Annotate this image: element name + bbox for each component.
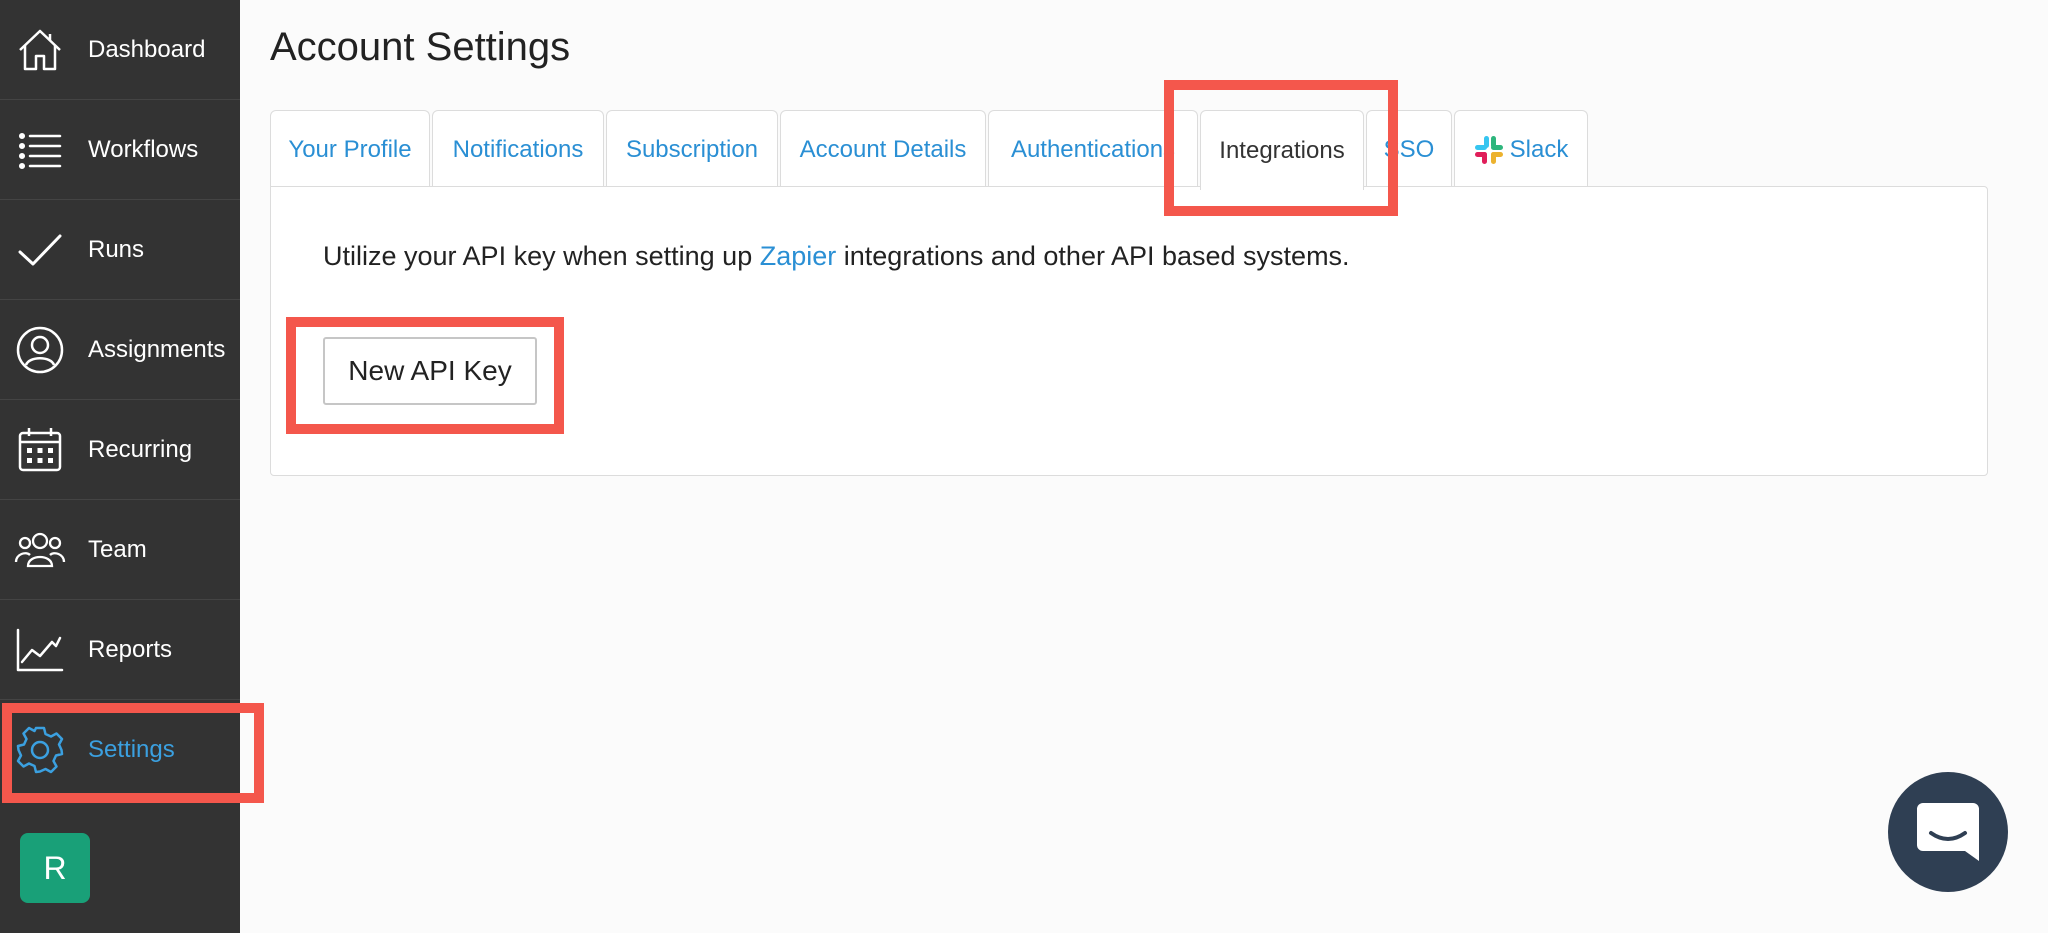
gear-icon bbox=[14, 724, 66, 776]
slack-logo-icon bbox=[1474, 135, 1503, 164]
sidebar-item-label: Dashboard bbox=[88, 35, 206, 63]
sidebar-item-label: Workflows bbox=[88, 135, 199, 163]
chat-icon bbox=[1917, 803, 1979, 861]
chart-icon bbox=[14, 624, 66, 676]
new-api-key-button[interactable]: New API Key bbox=[323, 337, 537, 405]
tab-slack-label: Slack bbox=[1509, 135, 1569, 163]
checkmark-icon bbox=[14, 224, 66, 276]
tab-account-details[interactable]: Account Details bbox=[780, 110, 986, 188]
tab-notifications[interactable]: Notifications bbox=[432, 110, 604, 188]
sidebar: Dashboard Workflows Runs Assignments Rec… bbox=[0, 0, 240, 933]
description-text-after: integrations and other API based systems… bbox=[836, 241, 1350, 271]
sidebar-item-reports[interactable]: Reports bbox=[0, 600, 240, 700]
user-circle-icon bbox=[14, 324, 66, 376]
avatar[interactable]: R bbox=[20, 833, 90, 903]
sidebar-item-label: Team bbox=[88, 535, 147, 563]
calendar-icon bbox=[14, 424, 66, 476]
sidebar-item-workflows[interactable]: Workflows bbox=[0, 100, 240, 200]
tab-sso[interactable]: SSO bbox=[1366, 110, 1452, 188]
page-title: Account Settings bbox=[270, 25, 571, 69]
tab-your-profile[interactable]: Your Profile bbox=[270, 110, 430, 188]
api-key-description: Utilize your API key when setting up Zap… bbox=[323, 241, 1350, 272]
team-icon bbox=[14, 524, 66, 576]
sidebar-item-label: Settings bbox=[88, 736, 175, 763]
zapier-link[interactable]: Zapier bbox=[760, 241, 837, 271]
sidebar-item-settings[interactable]: Settings bbox=[0, 700, 240, 800]
sidebar-item-recurring[interactable]: Recurring bbox=[0, 400, 240, 500]
tab-slack[interactable]: Slack bbox=[1454, 110, 1588, 188]
sidebar-item-label: Recurring bbox=[88, 435, 193, 463]
tab-authentications[interactable]: Authentications bbox=[988, 110, 1198, 188]
sidebar-item-label: Assignments bbox=[88, 335, 226, 363]
tab-subscription[interactable]: Subscription bbox=[606, 110, 778, 188]
integrations-panel: Utilize your API key when setting up Zap… bbox=[270, 186, 1988, 476]
sidebar-item-label: Runs bbox=[88, 235, 145, 263]
home-icon bbox=[14, 24, 66, 76]
chat-widget-button[interactable] bbox=[1888, 772, 2008, 892]
sidebar-item-dashboard[interactable]: Dashboard bbox=[0, 0, 240, 100]
sidebar-item-runs[interactable]: Runs bbox=[0, 200, 240, 300]
sidebar-item-label: Reports bbox=[88, 635, 173, 663]
description-text-before: Utilize your API key when setting up bbox=[323, 241, 760, 271]
sidebar-item-assignments[interactable]: Assignments bbox=[0, 300, 240, 400]
sidebar-item-team[interactable]: Team bbox=[0, 500, 240, 600]
list-icon bbox=[14, 124, 66, 176]
tab-integrations[interactable]: Integrations bbox=[1200, 110, 1364, 190]
